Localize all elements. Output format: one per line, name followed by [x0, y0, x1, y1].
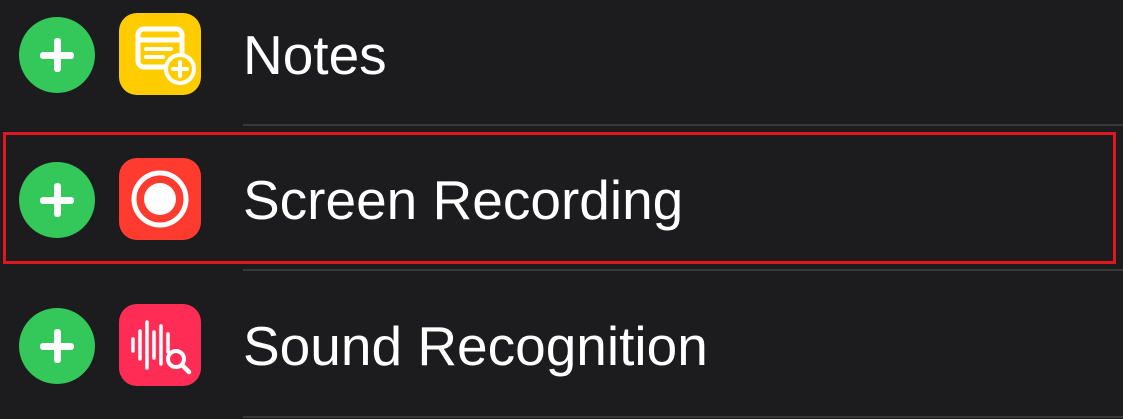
add-sound-recognition-button[interactable]	[19, 308, 95, 384]
control-row-notes: Notes	[0, 0, 1123, 128]
row-divider	[243, 416, 1123, 418]
notes-label: Notes	[243, 24, 387, 86]
add-notes-button[interactable]	[19, 17, 95, 93]
waveform-magnifier-icon	[119, 304, 201, 386]
row-divider	[243, 269, 1123, 271]
record-icon	[119, 158, 201, 240]
sound-recognition-label: Sound Recognition	[243, 315, 708, 377]
add-screen-recording-button[interactable]	[19, 162, 95, 238]
row-divider	[243, 124, 1123, 126]
screen-recording-label: Screen Recording	[243, 169, 684, 231]
control-row-sound-recognition: Sound Recognition	[0, 273, 1123, 419]
control-row-screen-recording: Screen Recording	[0, 127, 1123, 273]
notes-icon	[119, 13, 201, 95]
